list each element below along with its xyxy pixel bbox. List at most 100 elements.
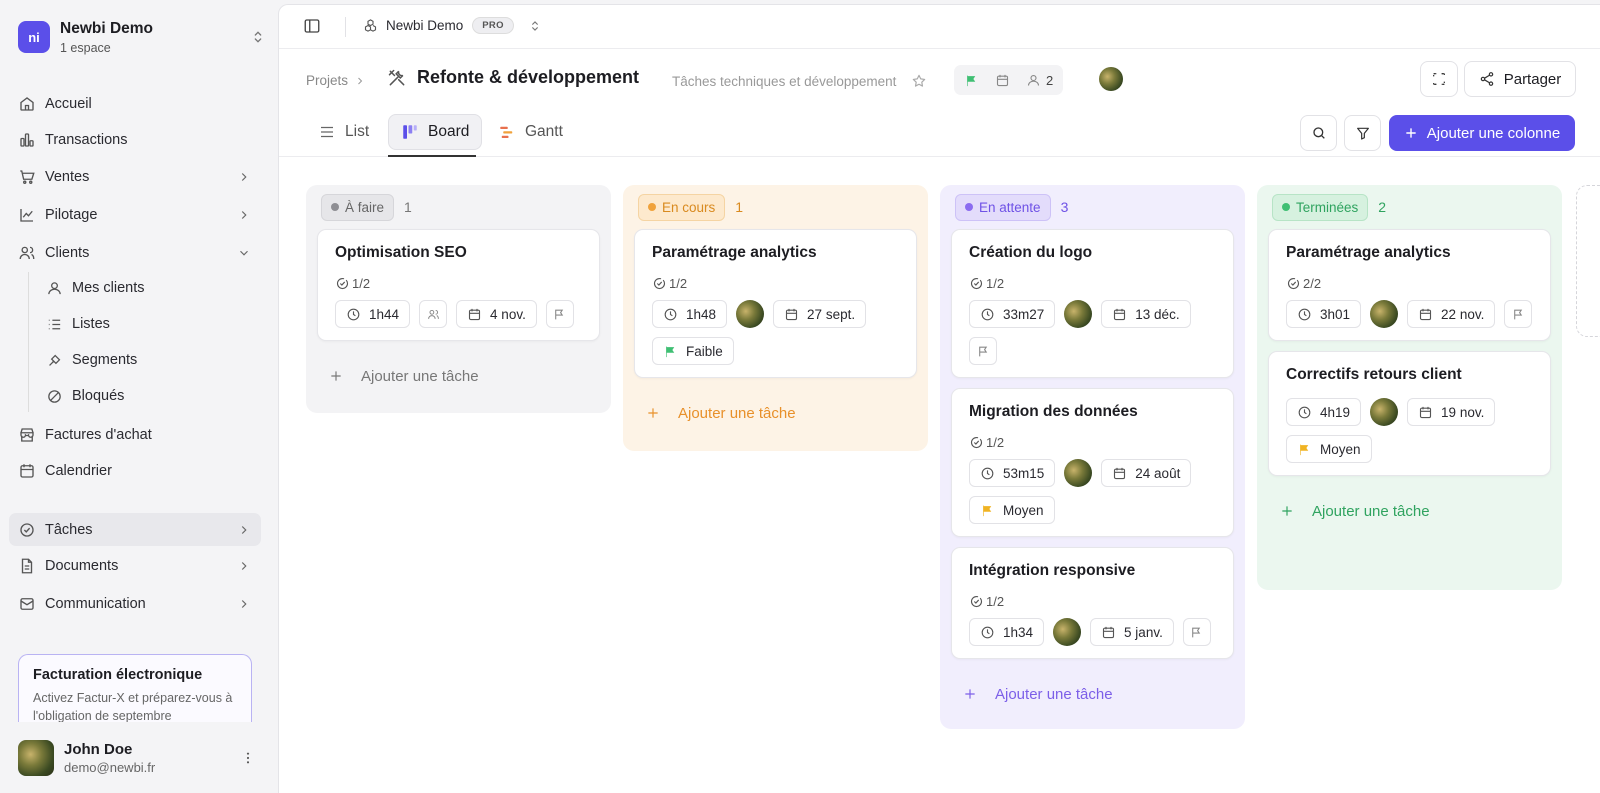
task-card[interactable]: Intégration responsive 1/2 1h34 5 janv. (951, 547, 1234, 659)
more-vertical-icon[interactable] (240, 750, 256, 766)
assignee-chip[interactable] (1064, 459, 1093, 487)
time-chip[interactable]: 1h44 (335, 300, 411, 328)
calendar-icon (1418, 307, 1433, 322)
project-space-selector[interactable]: Newbi Demo PRO (363, 17, 550, 34)
sidebar-item-clients[interactable]: Clients (9, 237, 261, 269)
filter-button[interactable] (1344, 115, 1381, 151)
date-chip[interactable]: 19 nov. (1407, 398, 1496, 426)
sidebar-item-communication[interactable]: Communication (9, 588, 261, 620)
time-chip[interactable]: 4h19 (1286, 398, 1362, 426)
assignee-chip[interactable] (1370, 300, 1399, 328)
date-chip[interactable]: 27 sept. (773, 300, 867, 328)
date-value: 27 sept. (807, 306, 856, 322)
main-panel: Newbi Demo PRO Projets Refonte & dévelop… (278, 4, 1600, 793)
date-chip[interactable]: 5 janv. (1090, 618, 1174, 646)
priority-chip[interactable] (1504, 300, 1533, 328)
time-chip[interactable]: 1h48 (652, 300, 728, 328)
user-profile[interactable]: John Doe demo@newbi.fr (0, 722, 278, 793)
assignee-chip[interactable] (736, 300, 765, 328)
assignee-avatar (1064, 300, 1093, 328)
flag-icon (553, 308, 566, 321)
sidebar-subitem-label: Bloqués (72, 388, 125, 404)
priority-chip[interactable] (545, 300, 574, 328)
task-card[interactable]: Paramétrage analytics 2/2 3h01 22 nov. (1268, 229, 1551, 341)
sidebar-subitem-bloques[interactable]: Bloqués (37, 381, 257, 411)
status-badge[interactable]: En cours (638, 193, 726, 221)
priority-chip[interactable]: Faible (652, 337, 734, 365)
time-value: 53m15 (1003, 465, 1045, 481)
priority-chip[interactable]: Moyen (1286, 435, 1372, 463)
time-chip[interactable]: 53m15 (969, 459, 1056, 487)
add-column-button[interactable]: Ajouter une colonne (1389, 115, 1575, 151)
status-badge[interactable]: En attente (955, 193, 1051, 221)
assignee-chip[interactable] (1370, 398, 1399, 426)
project-description[interactable]: Tâches techniques et développement (672, 74, 897, 89)
task-card[interactable]: Correctifs retours client 4h19 19 nov. M… (1268, 351, 1551, 476)
sidebar-item-accueil[interactable]: Accueil (9, 88, 261, 120)
sidebar-item-transactions[interactable]: Transactions (9, 124, 261, 156)
add-task-button[interactable]: Ajouter une tâche (634, 388, 917, 438)
column-count: 2 (1378, 199, 1387, 215)
tab-board[interactable]: Board (388, 114, 483, 150)
workspace-logo: ni (18, 21, 50, 53)
flag-icon (1190, 626, 1203, 639)
chevron-right-icon (237, 559, 251, 573)
date-chip[interactable]: 22 nov. (1407, 300, 1496, 328)
sidebar-item-ventes[interactable]: Ventes (9, 161, 261, 193)
calendar-icon[interactable] (995, 73, 1010, 88)
sidebar-subitem-listes[interactable]: Listes (37, 309, 257, 339)
new-column-placeholder[interactable] (1576, 185, 1600, 337)
assignee-chip[interactable] (1064, 300, 1093, 328)
task-title: Intégration responsive (969, 562, 1136, 579)
sidebar-toggle-icon[interactable] (303, 17, 321, 35)
sidebar-subitem-segments[interactable]: Segments (37, 345, 257, 375)
time-chip[interactable]: 1h34 (969, 618, 1045, 646)
tab-list[interactable]: List (306, 114, 381, 150)
priority-chip[interactable]: Moyen (969, 496, 1055, 524)
status-badge[interactable]: À faire (321, 193, 395, 221)
assignee-chip[interactable] (419, 300, 448, 328)
sidebar-item-documents[interactable]: Documents (9, 550, 261, 582)
status-label: Terminées (1296, 199, 1359, 215)
breadcrumb-projets[interactable]: Projets (306, 73, 348, 88)
gantt-icon (498, 123, 516, 141)
flag-icon (980, 503, 995, 518)
status-badge[interactable]: Terminées (1272, 193, 1369, 221)
search-button[interactable] (1300, 115, 1337, 151)
add-task-button[interactable]: Ajouter une tâche (317, 351, 600, 401)
share-button[interactable]: Partager (1464, 61, 1576, 97)
member-avatar[interactable] (1099, 67, 1123, 91)
breadcrumb[interactable]: Projets (306, 73, 366, 88)
star-icon[interactable] (911, 73, 927, 89)
chevron-right-icon (237, 170, 251, 184)
sidebar-item-pilotage[interactable]: Pilotage (9, 199, 261, 231)
date-chip[interactable]: 4 nov. (456, 300, 537, 328)
user-icon (1026, 73, 1041, 88)
task-card[interactable]: Création du logo 1/2 33m27 13 déc. (951, 229, 1234, 378)
chevron-down-icon (237, 246, 251, 260)
assignee-chip[interactable] (1053, 618, 1082, 646)
sidebar-item-taches[interactable]: Tâches (9, 513, 261, 546)
project-meta[interactable]: 2 (954, 65, 1064, 95)
time-chip[interactable]: 3h01 (1286, 300, 1362, 328)
task-card[interactable]: Optimisation SEO 1/2 1h44 4 nov. (317, 229, 600, 341)
task-card[interactable]: Paramétrage analytics 1/2 1h48 27 sept. … (634, 229, 917, 378)
date-chip[interactable]: 24 août (1101, 459, 1192, 487)
add-task-button[interactable]: Ajouter une tâche (951, 669, 1234, 719)
column-count: 1 (735, 199, 744, 215)
document-icon (18, 557, 36, 575)
members-count[interactable]: 2 (1026, 73, 1053, 88)
workspace-switcher[interactable]: ni Newbi Demo 1 espace (18, 16, 266, 58)
priority-chip[interactable] (1182, 618, 1211, 646)
priority-chip[interactable] (969, 337, 997, 365)
sidebar-item-calendrier[interactable]: Calendrier (9, 455, 261, 487)
sidebar-subitem-mes-clients[interactable]: Mes clients (37, 273, 257, 303)
fullscreen-button[interactable] (1420, 61, 1458, 97)
date-chip[interactable]: 13 déc. (1101, 300, 1191, 328)
tab-gantt[interactable]: Gantt (486, 114, 575, 150)
flag-icon[interactable] (964, 73, 979, 88)
time-chip[interactable]: 33m27 (969, 300, 1056, 328)
task-card[interactable]: Migration des données 1/2 53m15 24 août … (951, 388, 1234, 537)
sidebar-item-factures-achat[interactable]: Factures d'achat (9, 419, 261, 451)
add-task-button[interactable]: Ajouter une tâche (1268, 486, 1551, 536)
